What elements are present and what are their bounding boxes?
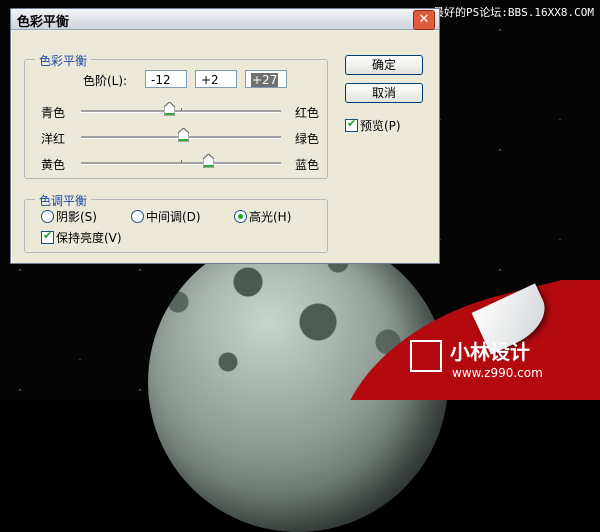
check-icon: ✔ xyxy=(43,229,53,242)
logo-name: 小林设计 xyxy=(450,340,530,364)
highlights-label[interactable]: 高光(H) xyxy=(249,208,291,225)
shadows-label[interactable]: 阴影(S) xyxy=(56,208,97,225)
level-yellow-blue-value: +27 xyxy=(251,73,279,87)
page-curl-decoration: 小林设计 www.z990.com xyxy=(340,280,600,400)
level-magenta-green-input[interactable]: +2 xyxy=(195,70,237,88)
levels-label: 色阶(L): xyxy=(83,74,128,88)
midtones-radio[interactable] xyxy=(131,210,144,223)
cyan-red-slider-thumb[interactable] xyxy=(163,102,175,116)
color-balance-dialog: 色彩平衡 ✕ 色彩平衡 色阶(L): -12 +2 +27 青色 红色 洋红 绿… xyxy=(10,8,440,264)
ok-button[interactable]: 确定 xyxy=(345,55,423,75)
level-yellow-blue-input[interactable]: +27 xyxy=(245,70,287,88)
site-logo: 小林设计 www.z990.com xyxy=(410,334,590,390)
shadows-radio[interactable] xyxy=(41,210,54,223)
red-label: 红色 xyxy=(295,106,320,120)
preserve-luminosity-label[interactable]: 保持亮度(V) xyxy=(56,229,122,246)
yellow-blue-slider-thumb[interactable] xyxy=(202,154,214,168)
midtones-label[interactable]: 中间调(D) xyxy=(146,208,201,225)
cancel-button[interactable]: 取消 xyxy=(345,83,423,103)
color-balance-group: 色彩平衡 色阶(L): -12 +2 +27 青色 红色 洋红 绿色 黄色 蓝色 xyxy=(24,52,328,179)
magenta-label: 洋红 xyxy=(41,132,66,146)
forum-watermark: 最好的PS论坛:BBS.16XX8.COM xyxy=(433,6,594,19)
yellow-label: 黄色 xyxy=(41,158,66,172)
dialog-titlebar[interactable]: 色彩平衡 ✕ xyxy=(11,9,439,30)
preview-checkbox[interactable]: ✔ xyxy=(345,117,358,132)
preview-label[interactable]: 预览(P) xyxy=(360,117,401,134)
highlights-radio[interactable] xyxy=(234,210,247,223)
radio-selected-dot xyxy=(238,214,243,219)
logo-mark-icon xyxy=(410,340,442,372)
tone-balance-group: 色调平衡 阴影(S) 中间调(D) 高光(H) ✔ 保持亮度(V) xyxy=(24,192,328,253)
blue-label: 蓝色 xyxy=(295,158,320,172)
check-icon: ✔ xyxy=(347,117,357,130)
preserve-luminosity-checkbox[interactable]: ✔ xyxy=(41,229,54,244)
tone-balance-group-title: 色调平衡 xyxy=(35,192,92,209)
magenta-green-slider-thumb[interactable] xyxy=(177,128,189,142)
color-balance-group-title: 色彩平衡 xyxy=(35,52,92,69)
cyan-label: 青色 xyxy=(41,106,66,120)
close-button[interactable]: ✕ xyxy=(413,10,435,30)
level-cyan-red-input[interactable]: -12 xyxy=(145,70,187,88)
green-label: 绿色 xyxy=(295,132,320,146)
dialog-title: 色彩平衡 xyxy=(17,15,70,30)
logo-url: www.z990.com xyxy=(452,366,543,380)
